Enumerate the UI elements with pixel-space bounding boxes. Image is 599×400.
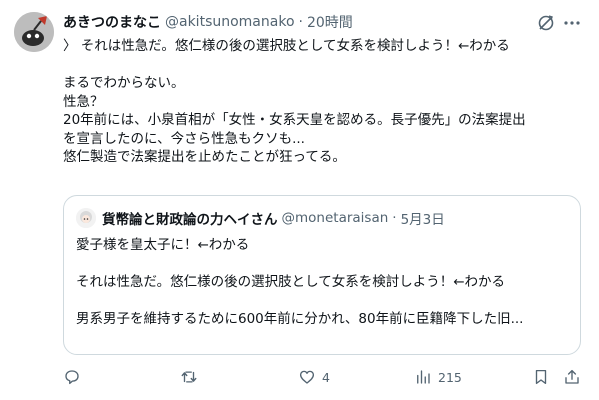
quote-text-blank xyxy=(76,292,568,311)
reply-button[interactable] xyxy=(63,364,87,390)
views-count: 215 xyxy=(438,369,462,385)
repost-icon xyxy=(180,368,198,386)
quote-date: 5月3日 xyxy=(400,212,445,228)
quote-text-line: 男系男子を維持するために600年前に分かれ、80年前に臣籍降下した旧... xyxy=(76,311,524,327)
quote-text-blank xyxy=(76,255,568,274)
quote-header: 貨幣論と財政論の力ヘイさん @monetaraisan · 5月3日 xyxy=(102,208,445,228)
reply-icon xyxy=(63,368,81,386)
quote-text: 愛子様を皇太子に！←わかる それは性急だ。悠仁様の後の選択肢として女系を検討しよ… xyxy=(76,236,568,329)
author-avatar[interactable] xyxy=(14,12,54,52)
tweet-header: あきつのまなこ @akitsunomanako · 20時間 xyxy=(63,12,353,32)
bookmark-icon xyxy=(532,368,550,386)
like-count: 4 xyxy=(322,369,330,385)
quote-tweet-card[interactable]: 貨幣論と財政論の力ヘイさん @monetaraisan · 5月3日 愛子様を皇… xyxy=(63,195,581,355)
separator-dot: · xyxy=(298,14,303,30)
tweet-text-blank xyxy=(63,56,578,75)
tweet-text: 〉 それは性急だ。悠仁様の後の選択肢として女系を検討しよう！←わかる まるでわか… xyxy=(63,37,578,167)
tweet-text-line: 悠仁製造で法案提出を止めたことが狂ってる。 xyxy=(63,149,346,165)
tweet-text-line: 〉 それは性急だ。悠仁様の後の選択肢として女系を検討しよう！←わかる xyxy=(63,38,510,54)
like-icon xyxy=(298,368,316,386)
action-bar: 4 215 xyxy=(0,364,599,390)
repost-button[interactable] xyxy=(180,364,204,390)
quote-author-avatar xyxy=(76,208,96,228)
author-handle[interactable]: @akitsunomanako xyxy=(165,14,295,30)
views-button[interactable]: 215 xyxy=(414,364,462,390)
author-name[interactable]: あきつのまなこ xyxy=(63,12,161,32)
separator-dot: · xyxy=(392,210,397,226)
like-button[interactable]: 4 xyxy=(298,364,330,390)
bookmark-button[interactable] xyxy=(532,364,550,390)
share-icon xyxy=(563,368,581,386)
share-button[interactable] xyxy=(563,364,581,390)
quote-text-line: 愛子様を皇太子に！←わかる xyxy=(76,237,250,253)
tweet-text-line: 20年前には、小泉首相が「女性・女系天皇を認める。長子優先」の法案提出 xyxy=(63,112,526,128)
tweet-text-line: まるでわからない。 xyxy=(63,75,185,91)
views-icon xyxy=(414,368,432,386)
quote-author-name: 貨幣論と財政論の力ヘイさん xyxy=(102,212,278,228)
grok-icon[interactable] xyxy=(536,13,556,33)
tweet-text-line: を宣言したのに、今さら性急もクソも... xyxy=(63,130,305,147)
tweet-text-line: 性急？ xyxy=(63,93,104,110)
tweet-timestamp[interactable]: 20時間 xyxy=(307,12,353,32)
quote-author-handle: @monetaraisan xyxy=(281,210,389,226)
more-icon[interactable] xyxy=(562,13,582,33)
quote-text-line: それは性急だ。悠仁様の後の選択肢として女系を検討しよう！←わかる xyxy=(76,274,506,290)
